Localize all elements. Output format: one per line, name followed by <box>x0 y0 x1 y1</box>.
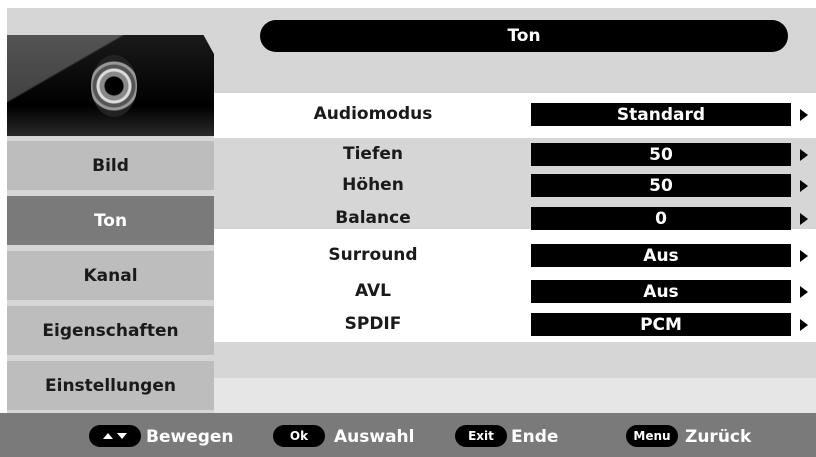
logo-shine <box>7 35 214 136</box>
sidebar-item-label: Einstellungen <box>45 375 176 396</box>
hint-move-label: Bewegen <box>146 427 234 447</box>
sidebar-item-ton[interactable]: Ton <box>7 196 214 245</box>
setting-label: Tiefen <box>343 144 403 164</box>
setting-value-text: PCM <box>640 314 682 335</box>
setting-label: Balance <box>335 208 411 228</box>
setting-value[interactable]: 50 <box>531 143 791 166</box>
exit-key-text: Exit <box>468 429 494 443</box>
sidebar-item-einstellungen[interactable]: Einstellungen <box>7 361 214 410</box>
hint-exit-label: Ende <box>511 427 559 447</box>
arrow-up-icon <box>103 433 113 439</box>
setting-label: AVL <box>355 281 391 301</box>
setting-label: Audiomodus <box>313 104 433 124</box>
arrow-right-icon[interactable] <box>800 319 808 331</box>
page-title: Ton <box>260 20 788 52</box>
setting-label: Höhen <box>342 175 404 195</box>
setting-value[interactable]: Aus <box>531 244 791 267</box>
page-title-text: Ton <box>507 26 541 46</box>
arrow-right-icon[interactable] <box>800 109 808 121</box>
setting-value-text: 50 <box>649 175 673 196</box>
menu-key-text: Menu <box>633 429 671 443</box>
row-band <box>214 378 816 413</box>
setting-value[interactable]: PCM <box>531 313 791 336</box>
logo-corner <box>203 35 214 56</box>
arrow-right-icon[interactable] <box>800 286 808 298</box>
settings-list: Audiomodus Standard Tiefen 50 Höhen 50 B… <box>214 61 816 413</box>
sidebar-item-label: Eigenschaften <box>42 320 179 341</box>
setting-value[interactable]: Aus <box>531 280 791 303</box>
setting-value-text: 0 <box>655 208 667 229</box>
sidebar-item-bild[interactable]: Bild <box>7 141 214 190</box>
sidebar-item-label: Bild <box>92 155 129 176</box>
ok-key: Ok <box>273 425 325 447</box>
setting-label: SPDIF <box>344 314 402 334</box>
speaker-icon <box>7 35 214 136</box>
setting-value-text: Aus <box>643 245 679 266</box>
menu-key: Menu <box>626 425 678 447</box>
arrow-right-icon[interactable] <box>800 149 808 161</box>
ok-key-text: Ok <box>289 429 309 443</box>
row-band <box>214 61 816 93</box>
arrow-right-icon[interactable] <box>800 213 808 225</box>
tv-menu-screen: Bild Ton Kanal Eigenschaften Einstellung… <box>0 0 816 457</box>
setting-value-text: 50 <box>649 144 673 165</box>
footer-key-hints: Bewegen Ok Auswahl Exit Ende Menu Zurück <box>0 413 816 457</box>
up-down-arrows-icon <box>89 425 141 447</box>
hint-menu-label: Zurück <box>685 427 752 447</box>
sidebar-item-label: Kanal <box>83 265 138 286</box>
setting-label: Surround <box>328 245 418 265</box>
sidebar-item-kanal[interactable]: Kanal <box>7 251 214 300</box>
arrow-right-icon[interactable] <box>800 250 808 262</box>
setting-value[interactable]: 50 <box>531 174 791 197</box>
hint-ok-label: Auswahl <box>334 427 415 447</box>
row-band <box>214 93 816 101</box>
setting-value[interactable]: 0 <box>531 207 791 230</box>
setting-value[interactable]: Standard <box>531 103 791 126</box>
arrow-right-icon[interactable] <box>800 180 808 192</box>
setting-value-text: Aus <box>643 281 679 302</box>
exit-key: Exit <box>455 425 507 447</box>
setting-value-text: Standard <box>616 104 706 125</box>
arrow-down-icon <box>117 433 127 439</box>
sidebar-item-label: Ton <box>93 210 128 231</box>
sidebar-item-eigenschaften[interactable]: Eigenschaften <box>7 306 214 355</box>
row-band <box>214 342 816 378</box>
